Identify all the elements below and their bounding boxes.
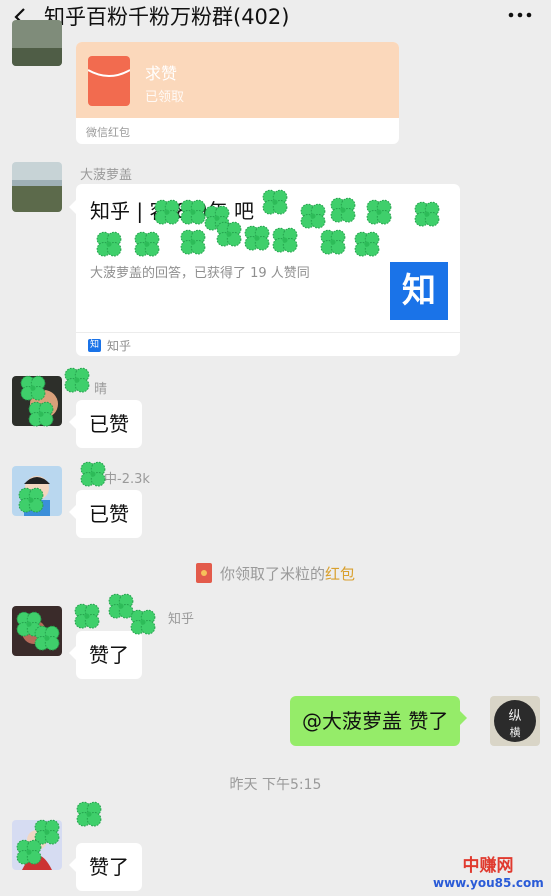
red-packet-status: 已领取 <box>145 90 185 105</box>
message-bubble[interactable]: 已赞 <box>69 490 142 538</box>
red-packet-link[interactable]: 红包 <box>325 565 355 583</box>
red-packet-card[interactable]: 求赞 已领取 微信红包 <box>76 42 399 144</box>
svg-text:纵: 纵 <box>508 709 521 724</box>
red-packet-icon <box>195 563 212 583</box>
clover-sticker-icon <box>268 224 302 258</box>
system-message-text: 你领取了米粒的 <box>219 565 325 583</box>
more-dots-icon[interactable] <box>507 8 533 22</box>
svg-text:横: 横 <box>510 725 521 739</box>
clover-sticker-icon <box>316 226 350 260</box>
timestamp: 昨天 下午5:15 <box>229 777 322 793</box>
chat-title: 知乎百粉千粉万粉群(402) <box>44 5 290 29</box>
message-bubble[interactable]: 已赞 <box>69 400 142 448</box>
clover-sticker-icon <box>14 484 48 518</box>
sender-name: 知乎 <box>168 612 195 627</box>
avatar[interactable] <box>12 162 62 212</box>
clover-sticker-icon <box>350 228 384 262</box>
clover-sticker-icon <box>92 228 126 262</box>
avatar-self[interactable]: 纵 横 <box>490 696 540 746</box>
message-bubble-self[interactable]: @大菠萝盖 赞了 <box>290 696 468 746</box>
clover-sticker-icon <box>176 226 210 260</box>
clover-sticker-icon <box>126 606 160 640</box>
clover-sticker-icon <box>24 398 58 432</box>
red-packet-title: 求赞 <box>145 64 178 83</box>
watermark-title: 中赚网 <box>462 856 514 876</box>
avatar[interactable] <box>12 20 62 66</box>
watermark-url: www.you85.com <box>433 876 544 890</box>
sender-name: 中-2.3k <box>104 472 150 487</box>
message-bubble[interactable]: 赞了 <box>69 843 142 891</box>
clover-sticker-icon <box>76 458 110 492</box>
clover-sticker-icon <box>258 186 292 220</box>
red-packet-icon <box>88 56 130 106</box>
zhihu-source-icon: 知 <box>88 339 101 352</box>
site-watermark: 中赚网 www.you85.com <box>433 856 544 890</box>
clover-sticker-icon <box>72 798 106 832</box>
link-card-description: 大菠萝盖的回答，已获得了 19 人赞同 <box>90 266 310 281</box>
red-packet-footer: 微信红包 <box>86 126 130 139</box>
zhihu-logo-icon: 知 <box>390 262 448 320</box>
chat-header: 知乎百粉千粉万粉群(402) <box>0 0 551 34</box>
clover-sticker-icon <box>410 198 444 232</box>
clover-sticker-icon <box>30 622 64 656</box>
sender-name: 晴 <box>94 382 108 397</box>
clover-sticker-icon <box>60 364 94 398</box>
clover-sticker-icon <box>70 600 104 634</box>
sender-name: 大菠萝盖 <box>80 168 133 183</box>
clover-sticker-icon <box>130 228 164 262</box>
clover-sticker-icon <box>12 836 46 870</box>
clover-sticker-icon <box>362 196 396 230</box>
link-card-source: 知乎 <box>107 339 132 353</box>
divider <box>76 332 460 333</box>
system-message: 你领取了米粒的红包 <box>0 563 551 584</box>
clover-sticker-icon <box>326 194 360 228</box>
link-card-thumb-char: 知 <box>402 271 436 311</box>
